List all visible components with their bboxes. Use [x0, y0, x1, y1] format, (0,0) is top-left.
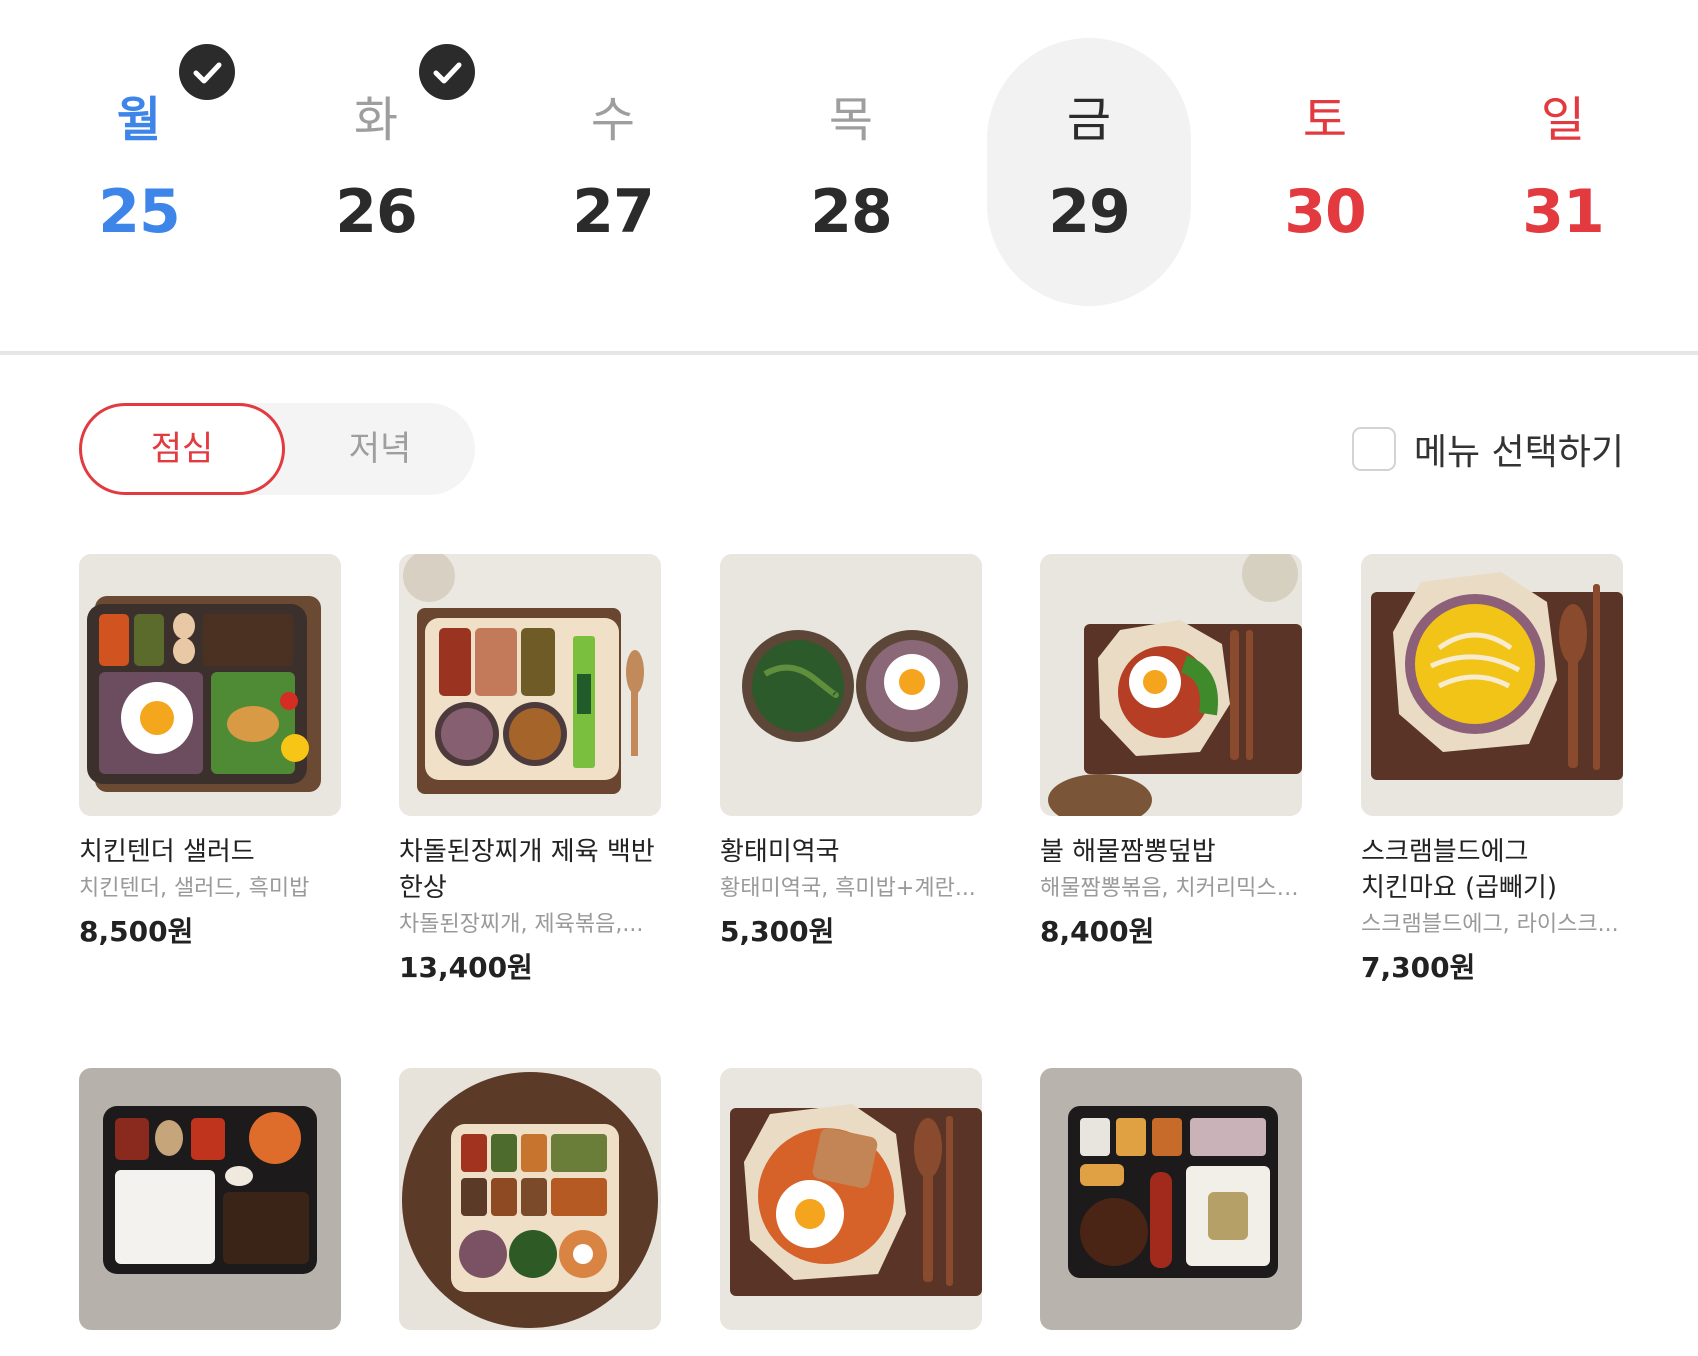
select-menu-label: 메뉴 선택하기 — [1413, 432, 1624, 473]
weekday-label: 화 — [353, 92, 399, 148]
check-icon — [419, 44, 475, 100]
meal-toggle: 점심 저녁 — [79, 403, 475, 495]
date-number: 27 — [572, 177, 655, 247]
product-card[interactable] — [720, 1068, 982, 1356]
weekday-label: 목 — [828, 92, 874, 148]
product-name: 황태미역국 — [720, 837, 840, 867]
product-image[interactable] — [399, 1068, 661, 1330]
day-thu[interactable]: 목 28 — [749, 38, 953, 306]
date-number: 26 — [335, 177, 418, 247]
day-wed[interactable]: 수 27 — [511, 38, 715, 306]
weekday-label: 일 — [1540, 92, 1586, 148]
select-menu-checkbox[interactable] — [1351, 427, 1396, 471]
select-menu-toggle[interactable]: 메뉴 선택하기 — [1351, 423, 1624, 475]
product-image[interactable] — [720, 554, 982, 816]
weekday-label: 수 — [590, 92, 636, 148]
day-sun[interactable]: 일 31 — [1461, 38, 1665, 306]
week-date-strip: 월 25 화 26 수 27 목 28 금 29 토 30 일 31 — [0, 0, 1698, 352]
product-price: 8,500원 — [79, 915, 194, 948]
product-card[interactable]: 차돌된장찌개 제육 백반 한상 차돌된장찌개, 제육볶음,... 13,400원 — [399, 554, 661, 986]
product-price: 13,400원 — [399, 951, 533, 984]
section-divider — [0, 351, 1698, 355]
product-image[interactable] — [79, 1068, 341, 1330]
date-number: 29 — [1048, 177, 1131, 247]
weekday-label: 금 — [1066, 92, 1112, 148]
product-image[interactable] — [1040, 1068, 1302, 1330]
product-card[interactable]: 스크램블드에그 치킨마요 (곱빼기) 스크램블드에그, 라이스크... 7,30… — [1361, 554, 1623, 986]
product-price: 8,400원 — [1040, 915, 1155, 948]
product-card[interactable] — [1040, 1068, 1302, 1356]
weekday-label: 월 — [116, 92, 162, 148]
product-card[interactable] — [79, 1068, 341, 1356]
product-desc: 스크램블드에그, 라이스크... — [1361, 912, 1619, 937]
product-card[interactable]: 황태미역국 황태미역국, 흑미밥+계란... 5,300원 — [720, 554, 982, 950]
date-number: 30 — [1284, 177, 1367, 247]
weekday-label: 토 — [1302, 92, 1348, 148]
product-name: 치킨텐더 샐러드 — [79, 837, 255, 867]
product-name: 불 해물짬뽕덮밥 — [1040, 837, 1216, 867]
day-tue[interactable]: 화 26 — [274, 38, 478, 306]
product-price: 5,300원 — [720, 915, 835, 948]
product-card[interactable]: 치킨텐더 샐러드 치킨텐더, 샐러드, 흑미밥 8,500원 — [79, 554, 341, 950]
product-desc: 치킨텐더, 샐러드, 흑미밥 — [79, 876, 310, 901]
product-image[interactable] — [1361, 554, 1623, 816]
date-number: 28 — [810, 177, 893, 247]
day-sat[interactable]: 토 30 — [1223, 38, 1427, 306]
product-card[interactable] — [399, 1068, 661, 1356]
product-image[interactable] — [1040, 554, 1302, 816]
product-desc: 차돌된장찌개, 제육볶음,... — [399, 912, 644, 937]
day-fri-selected[interactable]: 금 29 — [987, 38, 1191, 306]
product-image[interactable] — [79, 554, 341, 816]
product-card[interactable]: 불 해물짬뽕덮밥 해물짬뽕볶음, 치커리믹스,... 8,400원 — [1040, 554, 1302, 950]
product-image[interactable] — [399, 554, 661, 816]
date-number: 25 — [98, 177, 181, 247]
product-desc: 해물짬뽕볶음, 치커리믹스,... — [1040, 876, 1302, 901]
product-image[interactable] — [720, 1068, 982, 1330]
product-price: 7,300원 — [1361, 951, 1476, 984]
day-mon[interactable]: 월 25 — [37, 38, 241, 306]
product-name: 차돌된장찌개 제육 백반 한상 — [399, 837, 655, 903]
date-number: 31 — [1522, 177, 1605, 247]
product-desc: 황태미역국, 흑미밥+계란... — [720, 876, 976, 901]
tab-dinner[interactable]: 저녁 — [285, 403, 475, 495]
product-name: 스크램블드에그 치킨마요 (곱빼기) — [1361, 837, 1557, 903]
tab-lunch[interactable]: 점심 — [79, 403, 285, 495]
check-icon — [179, 44, 235, 100]
